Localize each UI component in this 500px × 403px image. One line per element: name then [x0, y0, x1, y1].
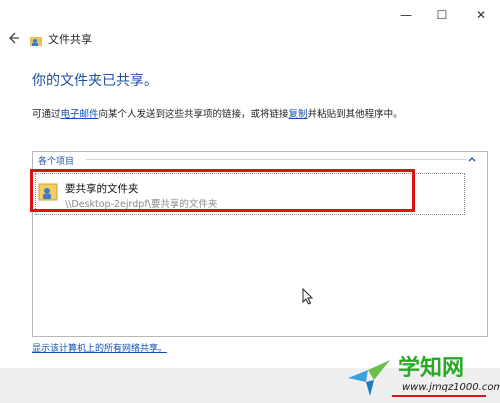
close-button[interactable]: ✕: [466, 4, 496, 26]
watermark-logo-icon: [344, 352, 396, 398]
watermark-title: 学知网: [398, 356, 465, 381]
show-all-shares-link[interactable]: 显示该计算机上的所有网络共享。: [32, 341, 167, 354]
watermark-url: www.jmqz1000.com: [402, 382, 500, 393]
page-heading: 你的文件夹已共享。: [32, 73, 158, 89]
minimize-button[interactable]: —: [391, 4, 421, 26]
file-share-icon: [30, 32, 42, 46]
mouse-pointer-icon: [302, 287, 314, 306]
maximize-button[interactable]: ☐: [427, 4, 457, 26]
chevron-up-icon[interactable]: [467, 154, 477, 164]
email-link[interactable]: 电子邮件: [61, 109, 99, 120]
highlight-box: [30, 169, 415, 212]
watermark-underline: [392, 395, 486, 397]
desc-part-3: 并粘贴到其他程序中。: [307, 109, 403, 120]
desc-part-2: 向某个人发送到这些共享项的链接，或将链接: [98, 109, 289, 120]
back-arrow-icon[interactable]: [5, 30, 21, 46]
copy-link[interactable]: 复制: [289, 109, 308, 120]
desc-part-1: 可通过: [32, 109, 61, 120]
window-title: 文件共享: [48, 33, 92, 46]
group-header-label: 各个项目: [38, 157, 75, 167]
group-divider: [86, 159, 466, 160]
description-text: 可通过电子邮件向某个人发送到这些共享项的链接，或将链接复制并粘贴到其他程序中。: [32, 106, 403, 120]
